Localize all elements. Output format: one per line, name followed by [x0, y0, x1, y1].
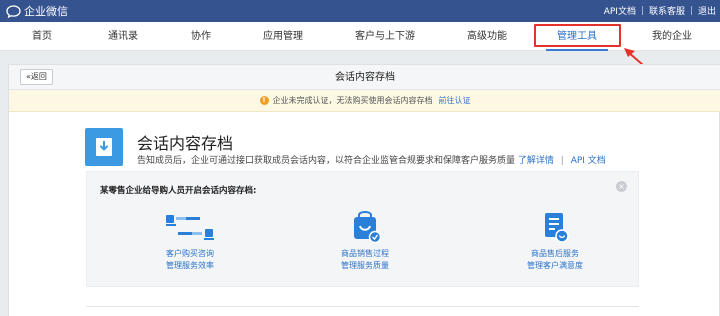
warning-icon: !	[259, 96, 269, 105]
nav-advanced-features[interactable]: 高级功能	[467, 22, 507, 51]
shopping-bag-icon	[354, 211, 382, 244]
link-separator: |	[560, 156, 564, 166]
step-line2: 管理服务效率	[166, 261, 214, 270]
divider	[690, 6, 692, 15]
api-doc-link[interactable]: API 文档	[571, 156, 606, 166]
panel-header: «返回 会话内容存档	[9, 65, 720, 90]
api-docs-link[interactable]: API文档	[604, 4, 636, 17]
feature-description-text: 告知成员后，企业可通过接口获取成员会话内容，以符合企业监管合规要求和保障客户服务…	[137, 156, 516, 166]
archive-download-icon	[85, 128, 123, 166]
step-line1: 客户购买咨询	[166, 249, 214, 258]
step-item: 商品销售过程 管理服务质量	[305, 208, 425, 272]
app-name: 企业微信	[24, 5, 68, 18]
nav-contacts[interactable]: 通讯录	[108, 22, 138, 51]
top-links: API文档 联系客服 退出	[604, 4, 716, 17]
top-bar: 企业微信 API文档 联系客服 退出	[0, 0, 720, 22]
page-title: 会话内容存档	[335, 72, 395, 83]
verification-warning: ! 企业未完成认证，无法购买使用会话内容存档 前往认证	[9, 90, 720, 112]
nav-home[interactable]: 首页	[32, 22, 52, 51]
service-doc-icon	[545, 213, 569, 243]
step-line1: 商品销售过程	[341, 249, 389, 258]
step-line2: 管理服务质量	[341, 261, 389, 270]
chat-users-icon	[166, 215, 214, 240]
annotation-highlight-box	[534, 24, 621, 47]
card-title: 某零售企业给导购人员开启会话内容存档:	[100, 186, 257, 196]
verify-link[interactable]: 前往认证	[439, 95, 471, 106]
feature-description: 告知成员后，企业可通过接口获取成员会话内容，以符合企业监管合规要求和保障客户服务…	[137, 153, 606, 166]
step-line1: 商品售后服务	[531, 249, 579, 258]
example-card: 某零售企业给导购人员开启会话内容存档: × 客户购买咨询 管理服务效率 商品销售…	[86, 171, 639, 287]
wecom-logo-icon	[6, 4, 21, 18]
warning-text: 企业未完成认证，无法购买使用会话内容存档	[272, 96, 433, 105]
section-divider	[86, 306, 639, 307]
divider	[641, 6, 643, 15]
nav-collaboration[interactable]: 协作	[191, 22, 211, 51]
feature-title: 会话内容存档	[137, 134, 234, 153]
close-icon[interactable]: ×	[616, 181, 627, 192]
learn-more-link[interactable]: 了解详情	[518, 156, 554, 166]
nav-customers-partners[interactable]: 客户与上下游	[355, 22, 415, 51]
logout-link[interactable]: 退出	[698, 4, 716, 17]
step-line2: 管理客户满意度	[527, 261, 583, 270]
step-item: 客户购买咨询 管理服务效率	[130, 212, 250, 272]
active-tab-indicator	[546, 49, 608, 51]
contact-support-link[interactable]: 联系客服	[649, 4, 685, 17]
nav-app-management[interactable]: 应用管理	[263, 22, 303, 51]
step-item: 商品售后服务 管理客户满意度	[495, 210, 615, 272]
app-logo[interactable]: 企业微信	[6, 3, 68, 19]
